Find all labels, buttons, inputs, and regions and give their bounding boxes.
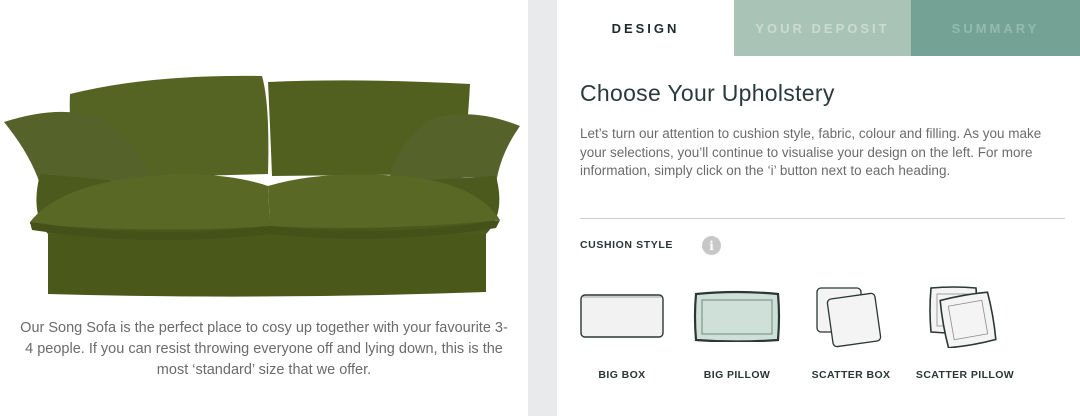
- product-description: Our Song Sofa is the perfect place to co…: [20, 320, 508, 378]
- option-big-pillow[interactable]: BIG PILLOW: [682, 282, 792, 392]
- option-label: BIG BOX: [598, 369, 646, 381]
- sofa-image: [4, 75, 520, 297]
- option-label: SCATTER BOX: [811, 369, 891, 381]
- product-preview-pane: Our Song Sofa is the perfect place to co…: [0, 0, 528, 416]
- panel-divider: [528, 0, 557, 416]
- tab-your-deposit[interactable]: YOUR DEPOSIT: [734, 0, 911, 56]
- step-tabs: DESIGN YOUR DEPOSIT SUMMARY: [557, 0, 1080, 56]
- configurator-pane: DESIGN YOUR DEPOSIT SUMMARY Choose Your …: [557, 0, 1080, 416]
- page-title: Choose Your Upholstery: [580, 80, 835, 106]
- big-box-icon: [580, 294, 664, 338]
- section-divider: [580, 218, 1065, 219]
- tab-summary[interactable]: SUMMARY: [911, 0, 1080, 56]
- option-big-box[interactable]: BIG BOX: [567, 282, 677, 392]
- option-scatter-pillow[interactable]: SCATTER PILLOW: [910, 282, 1020, 392]
- scatter-box-icon: [816, 287, 882, 348]
- option-label: BIG PILLOW: [703, 369, 771, 381]
- scatter-pillow-icon: [929, 286, 997, 348]
- option-label: SCATTER PILLOW: [915, 369, 1015, 381]
- cushion-style-heading: CUSHION STYLE: [580, 239, 673, 251]
- intro-text: Let’s turn our attention to cushion styl…: [580, 126, 1042, 178]
- option-scatter-box[interactable]: SCATTER BOX: [796, 282, 906, 392]
- info-icon[interactable]: i: [702, 236, 721, 255]
- big-pillow-icon: [693, 290, 781, 342]
- tab-design[interactable]: DESIGN: [557, 0, 734, 56]
